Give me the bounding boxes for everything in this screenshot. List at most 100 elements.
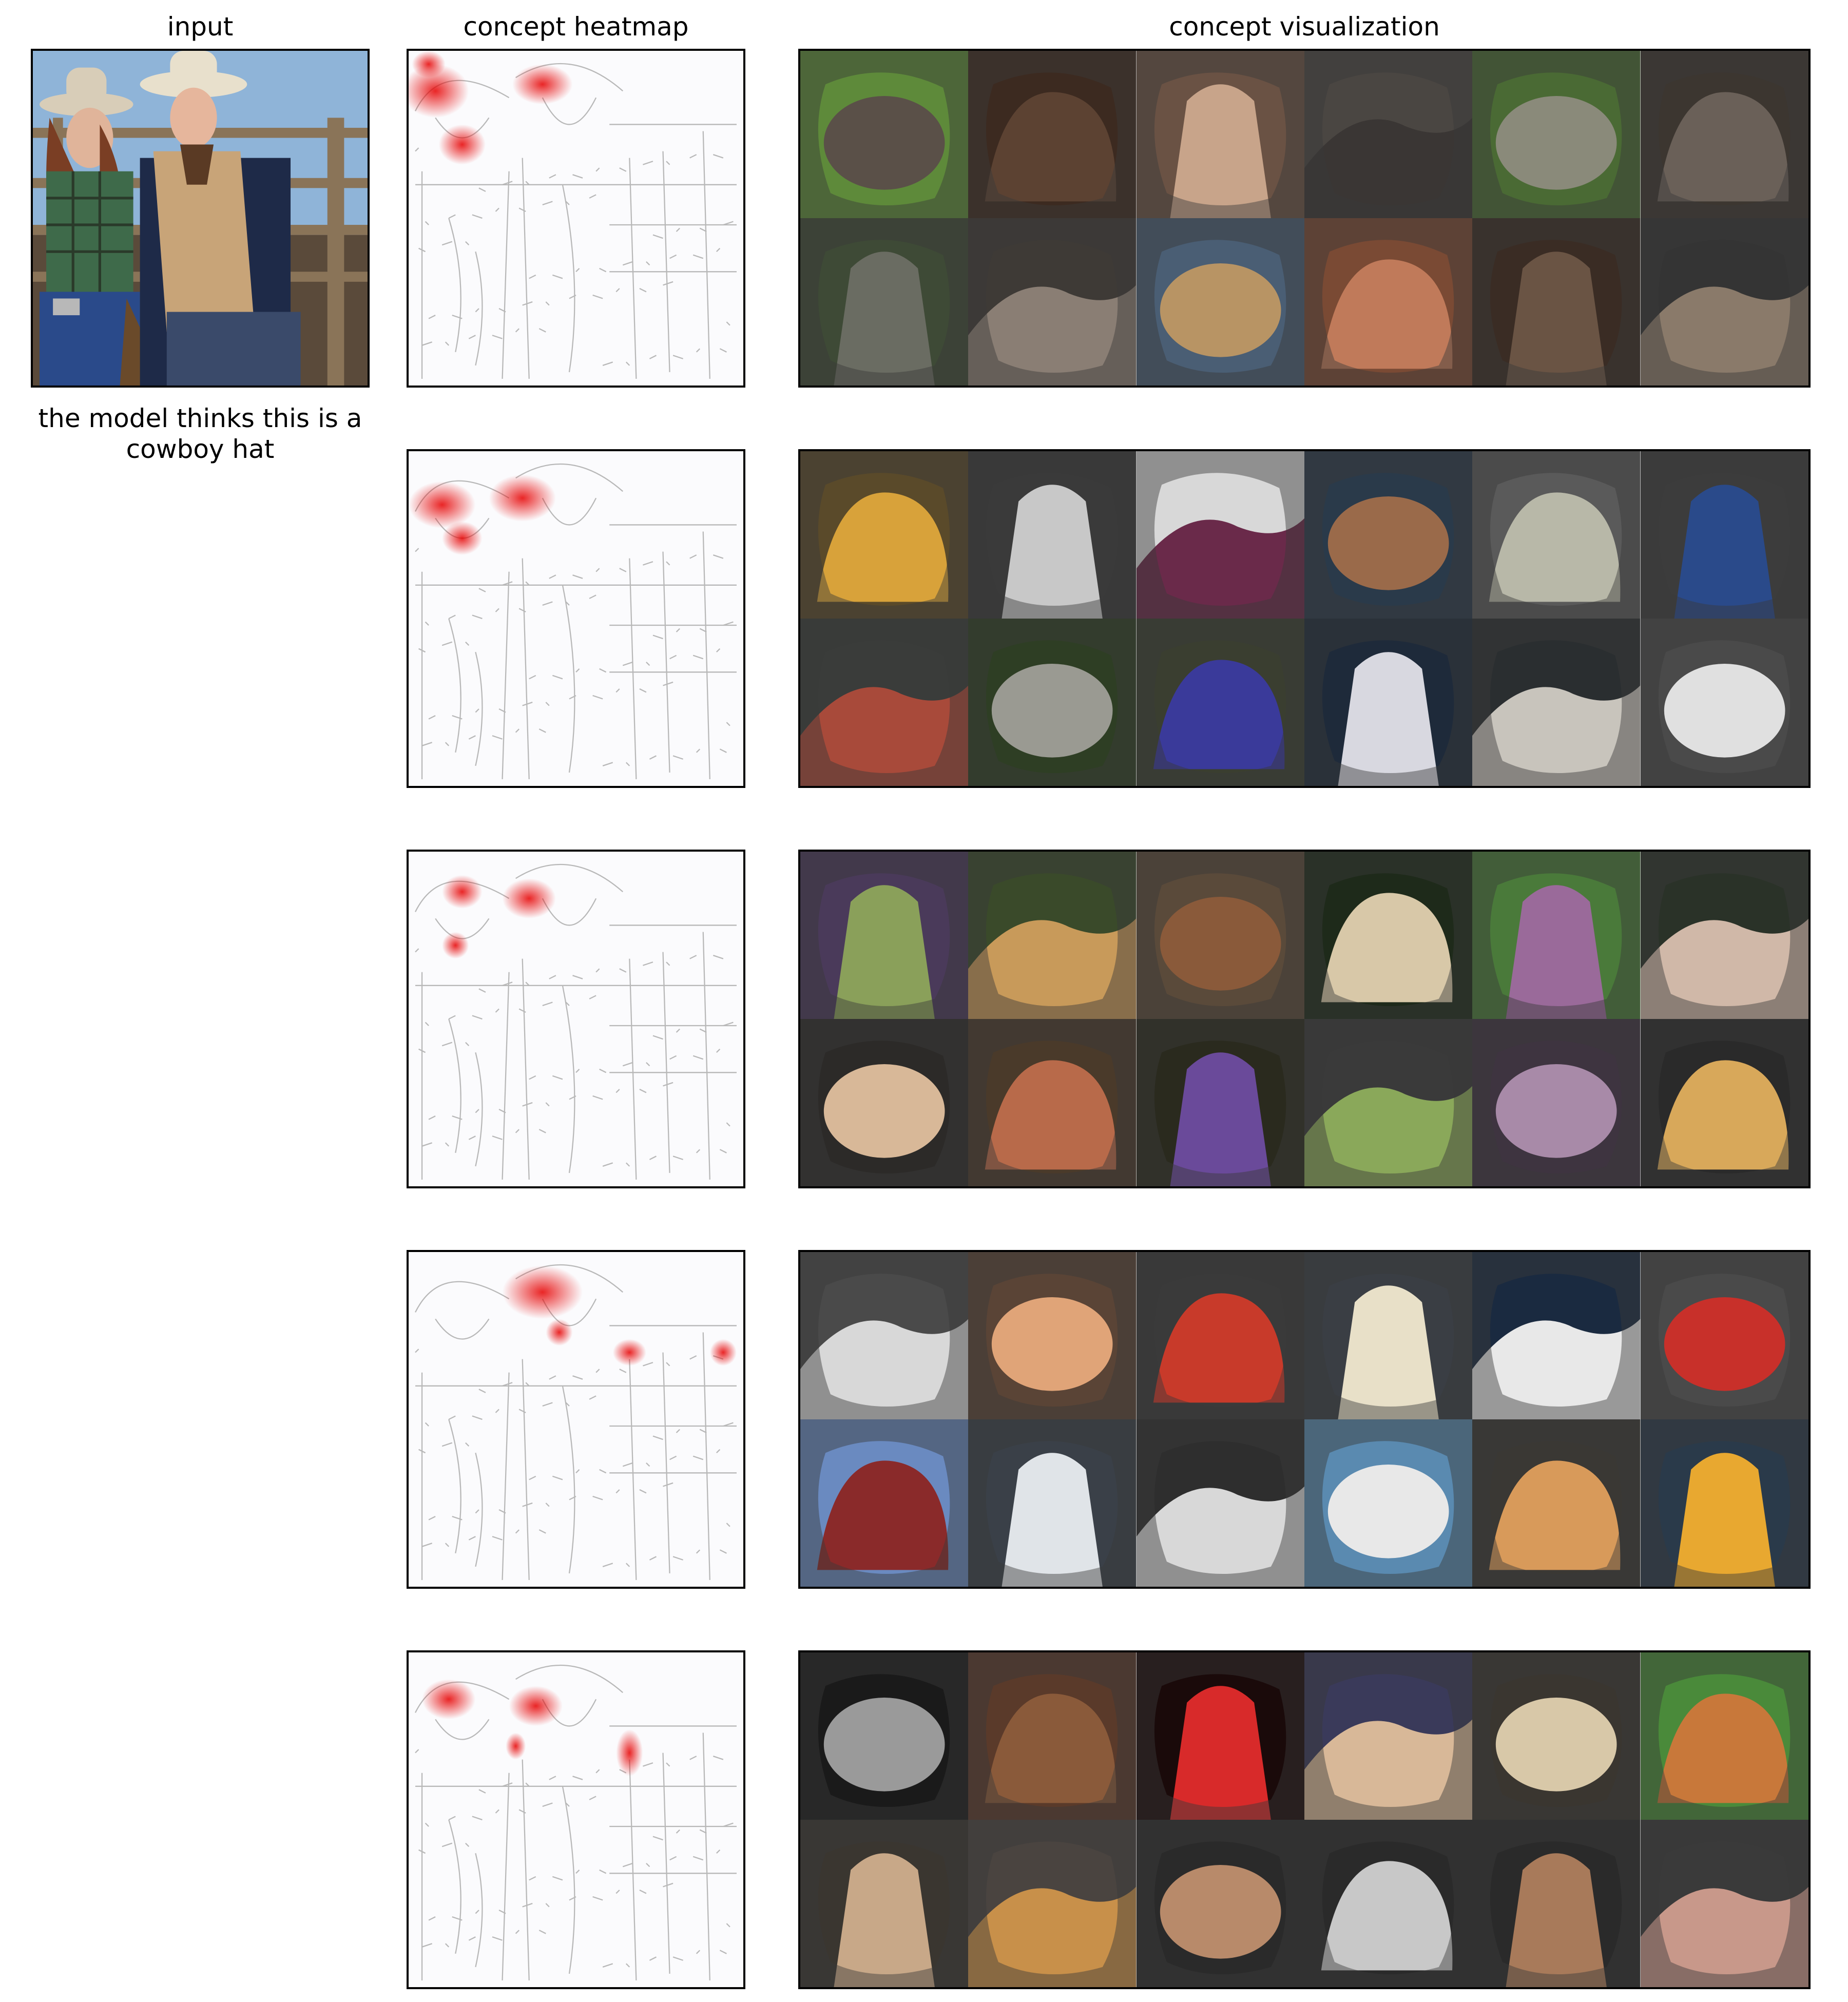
visualization-grid [800, 852, 1808, 1186]
heat-blob [409, 481, 476, 528]
tile-image [1472, 852, 1641, 1019]
tile-image [1640, 1252, 1808, 1419]
tile-subject [992, 664, 1113, 758]
tile-image [1304, 218, 1473, 386]
tile-red-white-lighthouse [1136, 1252, 1304, 1419]
visualization-grid [800, 1652, 1808, 1987]
tile-elephant [968, 218, 1137, 386]
heat-blob [442, 875, 483, 909]
tile-mushroom-cluster [968, 852, 1137, 1019]
tile-image [1640, 1419, 1808, 1587]
visualization-grid [800, 51, 1808, 386]
tile-graduate-sunglasses [1472, 1820, 1641, 1987]
heat-blob [546, 1319, 573, 1346]
tile-dark-lighthouse [1136, 1419, 1304, 1587]
heatmap-canvas [409, 1252, 743, 1587]
tile-image [1136, 1019, 1304, 1186]
tile-image [1472, 1652, 1641, 1820]
input-photo-cowboys [33, 51, 368, 386]
tile-white-mushrooms [1304, 852, 1473, 1019]
tile-image [1136, 1820, 1304, 1987]
tile-subject [1160, 263, 1281, 357]
tile-green-artichoke [1304, 1019, 1473, 1186]
tile-red-top-lighthouse [1304, 1419, 1473, 1587]
tile-blurred-face [1640, 1820, 1808, 1987]
heat-blob [438, 124, 486, 165]
tile-white-sneaker-laces [968, 451, 1137, 619]
concept-visualization-horns [798, 49, 1811, 388]
tile-subject [1327, 1465, 1449, 1558]
concept-visualization-mushrooms-artichokes [798, 850, 1811, 1188]
tile-white-lighthouse [1304, 1252, 1473, 1419]
tile-input-cowboys-tile [1136, 218, 1304, 386]
input-image [31, 49, 370, 388]
tile-buffalo-face-closeup [968, 51, 1137, 218]
heat-blob [502, 1265, 583, 1319]
tile-subject [823, 1698, 945, 1792]
tile-image [1304, 451, 1473, 619]
tile-adidas-shoe [1640, 451, 1808, 619]
tile-artichoke-top [1472, 1019, 1641, 1186]
tile-image [800, 1419, 969, 1587]
tile-image [968, 1652, 1137, 1820]
tile-image [1304, 1019, 1473, 1186]
tile-image [1304, 1252, 1473, 1419]
tile-image [1472, 1419, 1641, 1587]
tile-image [800, 619, 969, 786]
tile-image [968, 852, 1137, 1019]
tile-worn-sneaker [1472, 451, 1641, 619]
tile-running-shoe [1640, 619, 1808, 786]
heatmap-canvas [409, 451, 743, 786]
tile-blonde-hair [968, 1820, 1137, 1987]
tile-image [1136, 451, 1304, 619]
tile-lighthouse-on-hill [1640, 1252, 1808, 1419]
tile-image [968, 1820, 1137, 1987]
tile-subject [1160, 897, 1281, 991]
prediction-caption: the model thinks this is a cowboy hat [38, 403, 362, 464]
tile-image [968, 51, 1137, 218]
tile-image [1640, 1019, 1808, 1186]
heat-blob [412, 51, 446, 78]
tile-cut-figs [968, 1019, 1137, 1186]
tile-mushroom-row [800, 1019, 969, 1186]
tile-image [1472, 51, 1641, 218]
tile-buffalo-herd [1640, 51, 1808, 218]
tile-girl-with-bangs [1136, 1820, 1304, 1987]
tile-red-lit-face [1136, 1652, 1304, 1820]
tile-image [800, 1252, 969, 1419]
visualization-column-title: concept visualization [1169, 12, 1440, 42]
tile-subject [823, 1064, 945, 1158]
tile-bison-fur-horn [1472, 218, 1641, 386]
tile-image [1136, 619, 1304, 786]
tile-image [968, 218, 1137, 386]
tile-subject [1664, 664, 1785, 758]
tile-striped-lighthouse [1472, 1252, 1641, 1419]
tile-image [1304, 1652, 1473, 1820]
tile-blonde-woman [1304, 1652, 1473, 1820]
tile-image [1640, 1652, 1808, 1820]
tile-subject [1496, 1698, 1617, 1792]
heatmap-canvas [409, 1652, 743, 1987]
tile-curly-hair [968, 1652, 1137, 1820]
tile-image [1472, 218, 1641, 386]
tile-yellow-shoe-sole [800, 451, 969, 619]
tile-beagle-dog [1640, 1652, 1808, 1820]
tile-subject [1160, 1865, 1281, 1959]
tile-image [1640, 1820, 1808, 1987]
tile-water-buffalo-on-grass [800, 51, 969, 218]
tile-image [1304, 1419, 1473, 1587]
tile-carved-face-totem [1472, 619, 1641, 786]
tile-image [1136, 1252, 1304, 1419]
heat-blob [612, 1339, 646, 1366]
tile-image [1304, 852, 1473, 1019]
heat-blob [509, 1686, 563, 1726]
concept-visualization-shoes [798, 449, 1811, 788]
tile-image [1472, 451, 1641, 619]
heat-blob [506, 1732, 526, 1760]
tile-bison-group [1304, 218, 1473, 386]
tile-subject [1496, 1064, 1617, 1158]
tile-totem-pole [800, 619, 969, 786]
tile-subject [823, 96, 945, 190]
tile-ram-horns [1640, 218, 1808, 386]
tile-image [1472, 1252, 1641, 1419]
